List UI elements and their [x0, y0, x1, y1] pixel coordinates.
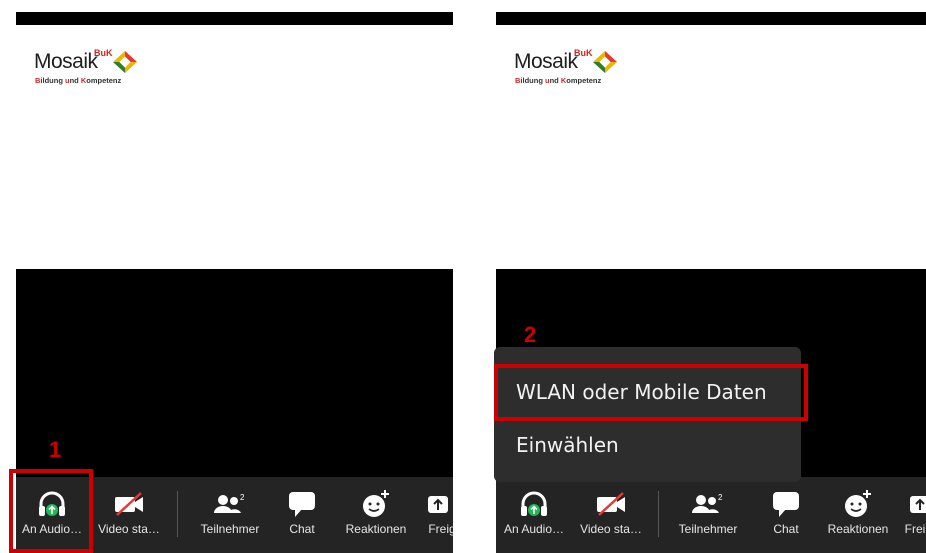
participants-icon: 2 — [213, 489, 247, 519]
highlight-box-step-2 — [494, 364, 808, 421]
logo-word: Mosaik — [514, 50, 578, 73]
chat-icon — [769, 489, 803, 519]
chat-button-label: Chat — [289, 522, 315, 536]
video-button-label: Video sta… — [98, 522, 160, 536]
audio-button[interactable]: An Audio… — [496, 477, 572, 553]
logo-superscript: BuK — [574, 48, 593, 58]
chat-button[interactable]: Chat — [278, 477, 326, 553]
video-off-icon — [594, 489, 628, 519]
video-button[interactable]: Video sta… — [90, 477, 168, 553]
svg-text:2: 2 — [240, 493, 245, 502]
participants-button[interactable]: 2 Teilnehmer — [668, 477, 748, 553]
share-icon — [421, 489, 453, 519]
logo-subtitle: Bildung und Kompetenz — [515, 76, 602, 85]
participants-button-label: Teilnehmer — [678, 522, 738, 536]
meeting-toolbar: An Audio… Video sta… 2 Teilnehmer Chat R… — [496, 477, 926, 553]
reactions-button[interactable]: Reaktionen — [338, 477, 414, 553]
logo-mark-icon — [113, 51, 137, 73]
top-bar — [16, 12, 453, 25]
step-number-1: 1 — [49, 437, 62, 462]
toolbar-divider — [658, 491, 659, 537]
share-button[interactable]: Freig — [418, 477, 453, 553]
menu-item-label: Einwählen — [516, 433, 619, 457]
audio-button-label: An Audio… — [503, 522, 565, 536]
shared-slide: Mosaik BuK Bildung und Kompetenz — [16, 25, 453, 269]
participants-button-label: Teilnehmer — [200, 522, 260, 536]
logo-mark-icon — [593, 51, 617, 73]
chat-button-label: Chat — [773, 522, 799, 536]
toolbar-divider — [177, 491, 178, 537]
video-off-icon — [112, 489, 146, 519]
reaction-icon — [359, 489, 393, 519]
share-button-label: Frei — [904, 522, 926, 536]
top-bar — [496, 12, 926, 25]
logo-subtitle: Bildung und Kompetenz — [35, 76, 122, 85]
share-button[interactable]: Frei — [898, 477, 926, 553]
chat-icon — [285, 489, 319, 519]
highlight-box-step-1 — [9, 469, 93, 553]
mosaik-logo: Mosaik BuK Bildung und Kompetenz — [34, 48, 174, 90]
reactions-button[interactable]: Reaktionen — [820, 477, 896, 553]
shared-slide: Mosaik BuK Bildung und Kompetenz — [496, 25, 926, 269]
menu-item-dial-in[interactable]: Einwählen — [494, 419, 801, 471]
reactions-button-label: Reaktionen — [345, 522, 407, 536]
reactions-button-label: Reaktionen — [827, 522, 889, 536]
logo-superscript: BuK — [94, 48, 113, 58]
video-button[interactable]: Video sta… — [572, 477, 650, 553]
svg-text:2: 2 — [718, 493, 723, 502]
video-button-label: Video sta… — [580, 522, 642, 536]
mosaik-logo: Mosaik BuK Bildung und Kompetenz — [514, 48, 654, 90]
headphones-icon — [517, 489, 551, 519]
share-button-label: Freig — [428, 522, 453, 536]
logo-word: Mosaik — [34, 50, 98, 73]
participants-icon: 2 — [691, 489, 725, 519]
step-number-2: 2 — [524, 322, 537, 347]
participants-button[interactable]: 2 Teilnehmer — [190, 477, 270, 553]
reaction-icon — [841, 489, 875, 519]
share-icon — [903, 489, 926, 519]
chat-button[interactable]: Chat — [762, 477, 810, 553]
